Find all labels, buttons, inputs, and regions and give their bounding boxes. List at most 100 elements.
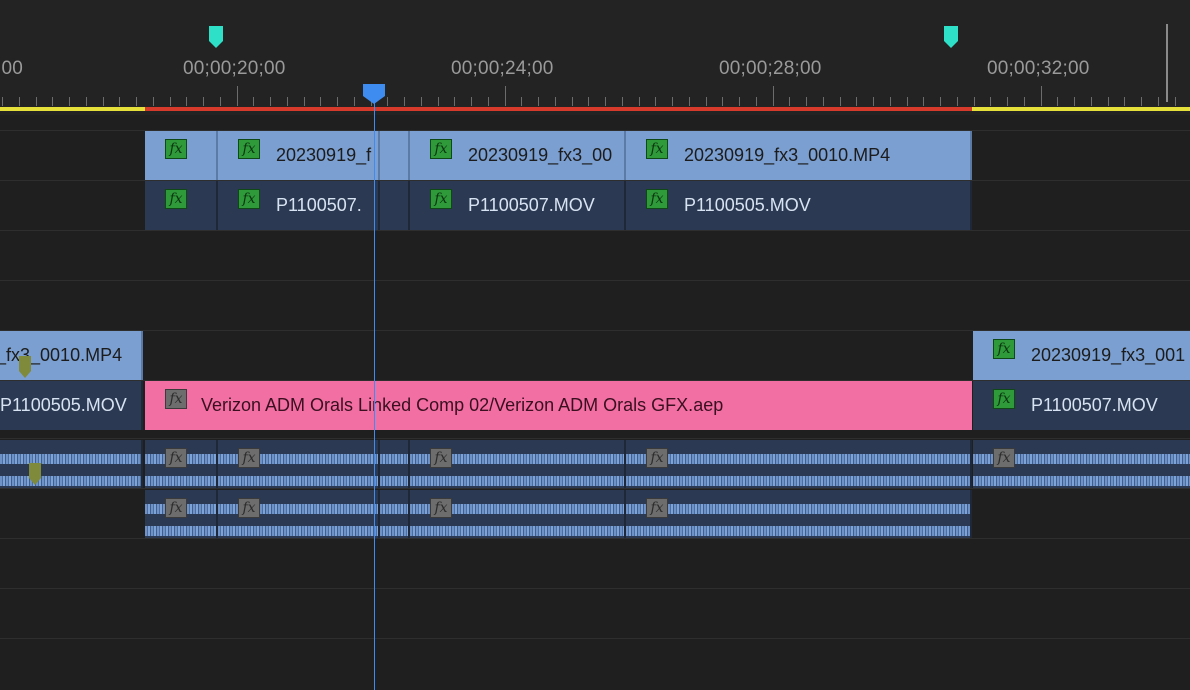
track-divider (0, 438, 1190, 439)
ruler-tick (689, 97, 690, 106)
marker-icon[interactable] (944, 26, 958, 48)
audio-waveform (380, 476, 408, 486)
audio-clip[interactable]: fx (218, 440, 380, 488)
audio-clip[interactable] (380, 440, 410, 488)
fx-icon[interactable]: fx (430, 498, 452, 518)
clip-name: P1100507. (276, 195, 362, 215)
fx-icon[interactable]: fx (238, 448, 260, 468)
ruler-tick (873, 97, 874, 106)
video-clip[interactable] (380, 181, 410, 230)
video-clip[interactable]: P1100505.MOV (0, 381, 143, 430)
ruler-tick (304, 97, 305, 106)
fx-icon[interactable]: fx (993, 339, 1015, 359)
ruler-tick (1141, 97, 1142, 106)
audio-clip[interactable]: fx (626, 440, 972, 488)
audio-clip[interactable] (380, 490, 410, 538)
audio-clip[interactable] (0, 440, 143, 488)
playhead-icon[interactable] (363, 84, 385, 104)
fx-icon[interactable]: fx (646, 189, 668, 209)
audio-clip[interactable]: fx (410, 490, 626, 538)
fx-icon[interactable]: fx (238, 139, 260, 159)
fx-icon[interactable]: fx (165, 189, 187, 209)
video-clip[interactable]: fx 20230919_f (218, 131, 380, 180)
audio-waveform (218, 476, 378, 486)
fx-icon[interactable]: fx (430, 448, 452, 468)
fx-icon[interactable]: fx (430, 139, 452, 159)
audio-waveform (626, 454, 970, 464)
time-ruler[interactable]: :00 00;00;20;00 00;00;24;00 00;00;28;00 … (0, 0, 1190, 115)
fx-icon[interactable]: fx (646, 139, 668, 159)
fx-icon[interactable]: fx (646, 498, 668, 518)
ruler-tick (789, 97, 790, 106)
audio-waveform (626, 526, 970, 536)
ruler-tick (421, 97, 422, 106)
ruler-tick (840, 97, 841, 106)
audio-waveform (626, 504, 970, 514)
fx-icon[interactable]: fx (165, 448, 187, 468)
ruler-tick (2, 97, 3, 106)
ruler-tick (320, 97, 321, 106)
ruler-tick (354, 97, 355, 106)
audio-clip[interactable]: fx (145, 490, 218, 538)
ruler-tick (387, 97, 388, 106)
marker-icon[interactable] (209, 26, 223, 48)
ruler-tick (622, 97, 623, 106)
clip-name: 20230919_fx3_0010.MP4 (684, 145, 891, 165)
ruler-tick (505, 86, 506, 106)
clip-marker-icon[interactable] (29, 463, 41, 485)
video-clip[interactable]: fx (145, 181, 218, 230)
ruler-tick (69, 97, 70, 106)
ruler-tick (52, 97, 53, 106)
fx-icon[interactable]: fx (430, 189, 452, 209)
video-clip[interactable]: fx P1100507. (218, 181, 380, 230)
ruler-tick (153, 97, 154, 106)
audio-waveform (380, 454, 408, 464)
video-clip[interactable]: fx (145, 131, 218, 180)
ruler-tick (404, 97, 405, 106)
fx-icon[interactable]: fx (165, 498, 187, 518)
ruler-tick (538, 97, 539, 106)
fx-icon[interactable]: fx (993, 448, 1015, 468)
ruler-tick (103, 97, 104, 106)
ruler-tick (220, 97, 221, 106)
audio-clip[interactable]: fx (626, 490, 972, 538)
fx-icon[interactable]: fx (993, 389, 1015, 409)
track-divider (0, 280, 1190, 281)
ruler-tick (974, 97, 975, 106)
ruler-tick (706, 97, 707, 106)
fx-icon[interactable]: fx (238, 189, 260, 209)
audio-clip[interactable]: fx (973, 440, 1190, 488)
audio-waveform (380, 504, 408, 514)
ruler-tick (555, 97, 556, 106)
ruler-tick (1007, 97, 1008, 106)
video-clip[interactable]: fx 20230919_fx3_00 (410, 131, 626, 180)
ruler-tick (940, 97, 941, 106)
fx-icon[interactable]: fx (646, 448, 668, 468)
playhead-line[interactable] (374, 100, 375, 690)
video-clip[interactable]: fx 20230919_fx3_001 (973, 331, 1190, 380)
video-clip[interactable] (380, 131, 410, 180)
audio-waveform (380, 526, 408, 536)
audio-waveform (145, 476, 216, 486)
video-clip[interactable]: fx 20230919_fx3_0010.MP4 (626, 131, 972, 180)
ruler-tick (639, 97, 640, 106)
video-clip[interactable]: fx P1100505.MOV (626, 181, 972, 230)
graphics-clip[interactable]: fx Verizon ADM Orals Linked Comp 02/Veri… (145, 381, 972, 430)
ruler-tick (907, 97, 908, 106)
clip-marker-icon[interactable] (19, 356, 31, 378)
fx-icon[interactable]: fx (165, 139, 187, 159)
track-divider (0, 230, 1190, 231)
fx-icon[interactable]: fx (238, 498, 260, 518)
video-clip[interactable]: fx P1100507.MOV (410, 181, 626, 230)
audio-clip[interactable]: fx (218, 490, 380, 538)
fx-icon[interactable]: fx (165, 389, 187, 409)
audio-clip[interactable]: fx (410, 440, 626, 488)
ruler-tick (1041, 86, 1042, 106)
ruler-tick (36, 97, 37, 106)
video-clip[interactable]: fx P1100507.MOV (973, 381, 1190, 430)
audio-clip[interactable]: fx (145, 440, 218, 488)
ruler-tick (1057, 97, 1058, 106)
work-area-bar[interactable] (972, 107, 1190, 111)
work-area-bar[interactable] (0, 107, 145, 111)
ruler-tick (1175, 97, 1176, 106)
